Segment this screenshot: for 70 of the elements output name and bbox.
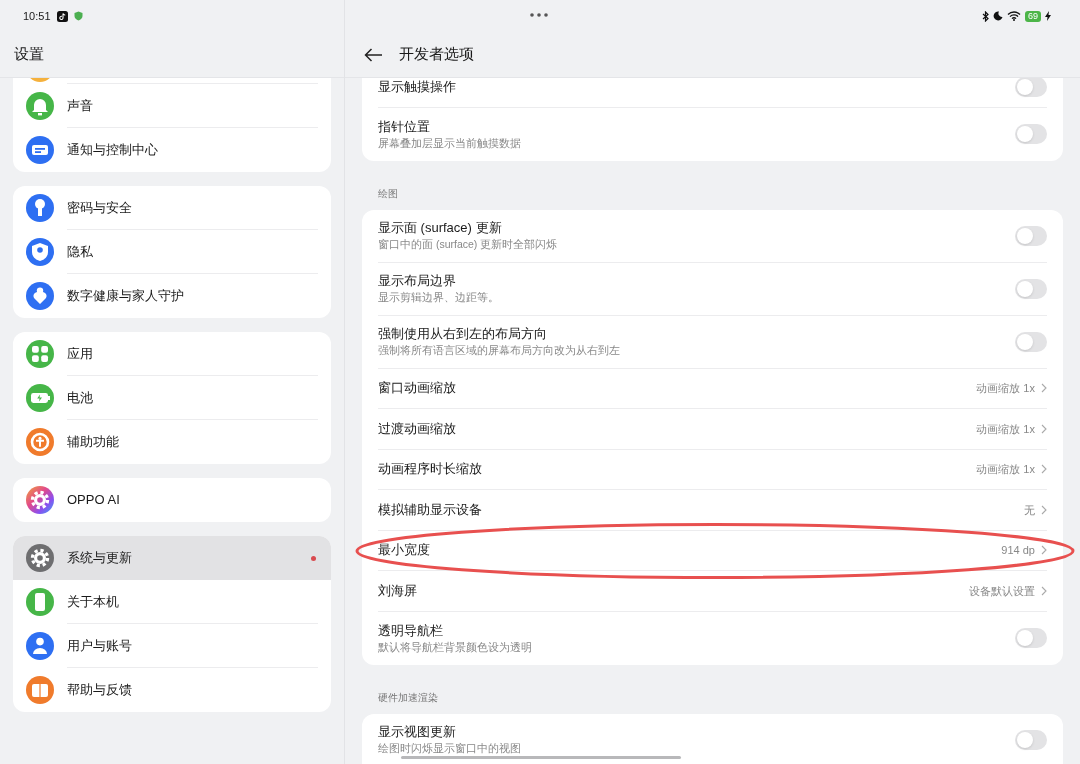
- row-title: 过渡动画缩放: [378, 419, 457, 438]
- row-title: 模拟辅助显示设备: [378, 500, 483, 519]
- row-description: 强制将所有语言区域的屏幕布局方向改为从右到左: [378, 343, 621, 358]
- section-heading: 绘图: [378, 187, 398, 199]
- row-title: 最小宽度: [378, 541, 431, 560]
- row-title: 显示布局边界: [378, 272, 457, 290]
- back-arrow-icon[interactable]: [364, 47, 383, 62]
- sidebar-item[interactable]: 应用: [13, 332, 331, 376]
- sidebar-item[interactable]: 系统与更新: [13, 536, 331, 580]
- row-title: 显示视图更新: [378, 723, 457, 741]
- row-title: 指针位置: [378, 117, 431, 136]
- flower-icon: [26, 486, 54, 514]
- more-icon[interactable]: [530, 13, 548, 17]
- row-title: 刘海屏: [378, 581, 418, 600]
- sidebar-item[interactable]: 通知与控制中心: [13, 128, 331, 172]
- row-description: 默认将导航栏背景颜色设为透明: [378, 639, 533, 655]
- clock: 10:51: [23, 8, 51, 24]
- row-value: 动画缩放 1x: [976, 421, 1035, 437]
- chevron-right-icon: [1041, 383, 1047, 394]
- row-title: 强制使用从右到左的布局方向: [378, 325, 548, 343]
- sidebar-item[interactable]: 辅助功能: [13, 420, 331, 464]
- settings-row[interactable]: 显示触摸操作: [378, 78, 1047, 108]
- sidebar-item[interactable]: 电池: [13, 376, 331, 420]
- settings-row[interactable]: 窗口动画缩放 动画缩放 1x: [378, 368, 1047, 409]
- settings-row[interactable]: 过渡动画缩放 动画缩放 1x: [378, 409, 1047, 450]
- music-note-icon: [56, 10, 68, 22]
- page-title: 开发者选项: [399, 44, 474, 65]
- sidebar-title: 设置: [14, 44, 44, 65]
- settings-row[interactable]: 显示布局边界 显示剪辑边界、边距等。: [378, 262, 1047, 316]
- row-title: 显示面 (surface) 更新: [378, 219, 503, 237]
- row-description: 屏幕叠加层显示当前触摸数据: [378, 135, 522, 151]
- settings-row[interactable]: 显示面 (surface) 更新 窗口中的面 (surface) 更新时全部闪烁: [378, 209, 1047, 263]
- chevron-right-icon: [1041, 423, 1047, 434]
- row-title: 显示触摸操作: [378, 78, 457, 96]
- sidebar-item[interactable]: 数字健康与家人守护: [13, 274, 331, 318]
- row-title: 透明导航栏: [378, 621, 444, 640]
- chevron-right-icon: [1041, 464, 1047, 475]
- section-heading: 硬件加速渲染: [378, 691, 438, 703]
- row-description: 绘图时闪烁显示窗口中的视图: [378, 741, 522, 756]
- sidebar-item[interactable]: 隐私: [13, 230, 331, 274]
- sidebar-item[interactable]: 用户与账号: [13, 624, 331, 668]
- shield-icon: [73, 11, 83, 21]
- sidebar-item[interactable]: 帮助与反馈: [13, 668, 331, 712]
- chevron-right-icon: [1041, 504, 1047, 515]
- settings-row[interactable]: 动画程序时长缩放 动画缩放 1x: [378, 449, 1047, 490]
- sidebar-item[interactable]: 密码与安全: [13, 186, 331, 230]
- charging-bolt-icon: [1045, 11, 1051, 21]
- moon-icon: [993, 11, 1003, 21]
- settings-row[interactable]: 模拟辅助显示设备 无: [378, 490, 1047, 531]
- row-value: 动画缩放 1x: [976, 462, 1035, 477]
- row-description: 窗口中的面 (surface) 更新时全部闪烁: [378, 237, 559, 252]
- sidebar-item[interactable]: 声音: [13, 84, 331, 128]
- chevron-right-icon: [1041, 585, 1047, 596]
- battery-level: 69: [1025, 10, 1041, 22]
- wifi-icon: [1007, 11, 1021, 21]
- row-description: 显示剪辑边界、边距等。: [378, 290, 500, 305]
- row-value: 914 dp: [1001, 543, 1035, 558]
- row-value: 设备默认设置: [969, 583, 1035, 599]
- sidebar-item[interactable]: 关于本机: [13, 580, 331, 624]
- settings-row[interactable]: 刘海屏 设备默认设置: [378, 571, 1047, 612]
- settings-row[interactable]: 强制使用从右到左的布局方向 强制将所有语言区域的屏幕布局方向改为从右到左: [378, 315, 1047, 369]
- sidebar-item[interactable]: OPPO AI: [13, 478, 331, 522]
- settings-row[interactable]: 指针位置 屏幕叠加层显示当前触摸数据: [378, 107, 1047, 161]
- row-title: 动画程序时长缩放: [378, 460, 483, 479]
- chevron-right-icon: [1041, 545, 1047, 556]
- bluetooth-icon: [982, 10, 989, 22]
- settings-row[interactable]: 透明导航栏 默认将导航栏背景颜色设为透明: [378, 611, 1047, 665]
- row-value: 动画缩放 1x: [976, 381, 1035, 396]
- row-value: 无: [1024, 502, 1035, 518]
- row-title: 窗口动画缩放: [378, 379, 457, 398]
